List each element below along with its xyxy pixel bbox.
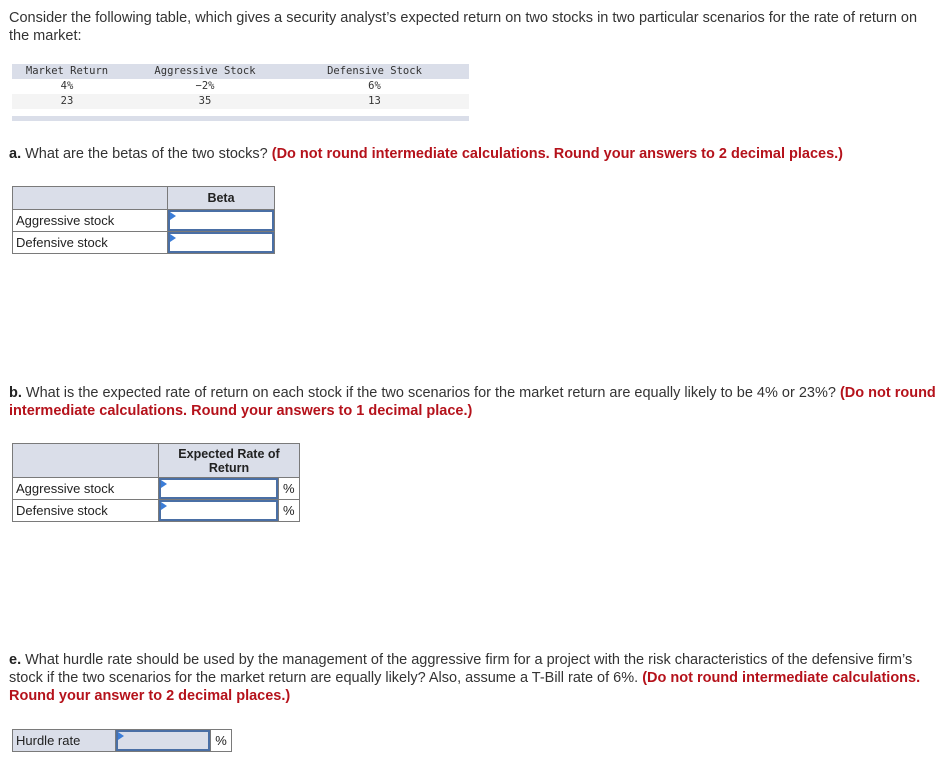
table-row: 4% −2% 6%	[12, 79, 469, 94]
return-aggressive-field[interactable]	[159, 478, 278, 499]
beta-aggressive-field[interactable]	[168, 210, 274, 231]
row-label-defensive: Defensive stock	[12, 231, 168, 254]
question-a: a. What are the betas of the two stocks?…	[9, 145, 939, 163]
cell-market-return: 23	[60, 95, 74, 107]
cell-defensive-stock: 13	[368, 95, 381, 107]
beta-defensive-input[interactable]	[170, 234, 272, 251]
row-label-aggressive: Aggressive stock	[12, 209, 168, 232]
row-label-aggressive: Aggressive stock	[12, 477, 159, 500]
question-b-label: b.	[9, 385, 22, 401]
return-defensive-field[interactable]	[159, 500, 278, 521]
percent-unit: %	[210, 729, 232, 752]
scenario-table-header: Market Return Aggressive Stock Defensive…	[12, 64, 469, 79]
beta-header: Beta	[167, 186, 275, 210]
expected-return-header: Expected Rate of Return	[158, 443, 300, 478]
return-aggressive-input[interactable]	[161, 480, 276, 497]
return-aggressive-cell	[158, 477, 279, 500]
beta-answer-table: Beta Aggressive stock Defensive stock	[12, 186, 275, 254]
hurdle-rate-field[interactable]	[116, 730, 210, 751]
cell-defensive-stock: 6%	[368, 80, 381, 92]
question-a-text: What are the betas of the two stocks?	[21, 146, 272, 162]
cell-aggressive-stock: −2%	[195, 80, 215, 92]
input-flag-icon	[161, 480, 167, 488]
question-b-text: What is the expected rate of return on e…	[21, 385, 840, 401]
header-aggressive-stock: Aggressive Stock	[154, 65, 256, 77]
table-row: 23 35 13	[12, 94, 469, 109]
header-market-return: Market Return	[25, 65, 109, 77]
beta-aggressive-input[interactable]	[170, 212, 272, 229]
beta-defensive-field[interactable]	[168, 232, 274, 253]
return-defensive-cell	[158, 499, 279, 522]
header-defensive-stock: Defensive Stock	[327, 65, 422, 77]
question-e-label: e.	[9, 652, 22, 668]
hurdle-rate-input[interactable]	[118, 732, 208, 749]
blank-header	[12, 186, 168, 210]
question-a-instruction: (Do not round intermediate calculations.…	[271, 146, 843, 162]
question-a-label: a.	[9, 146, 22, 162]
input-flag-icon	[161, 502, 167, 510]
table-footer-bar	[12, 116, 469, 121]
intro-text: Consider the following table, which give…	[9, 10, 918, 44]
input-flag-icon	[170, 212, 176, 220]
row-label-defensive: Defensive stock	[12, 499, 159, 522]
hurdle-rate-label: Hurdle rate	[12, 729, 116, 752]
question-e: e. What hurdle rate should be used by th…	[9, 651, 939, 705]
return-defensive-input[interactable]	[161, 502, 276, 519]
cell-market-return: 4%	[60, 80, 74, 92]
hurdle-rate-answer-table: Hurdle rate %	[12, 729, 232, 752]
beta-aggressive-cell	[167, 209, 275, 232]
scenario-table: Market Return Aggressive Stock Defensive…	[12, 64, 469, 121]
question-b: b. What is the expected rate of return o…	[9, 384, 939, 420]
beta-defensive-cell	[167, 231, 275, 254]
blank-header	[12, 443, 159, 478]
cell-aggressive-stock: 35	[198, 95, 212, 107]
expected-return-answer-table: Expected Rate of Return Aggressive stock…	[12, 443, 301, 522]
percent-unit: %	[277, 477, 301, 500]
hurdle-rate-cell	[115, 729, 211, 752]
input-flag-icon	[118, 732, 124, 740]
input-flag-icon	[170, 234, 176, 242]
percent-unit: %	[277, 499, 301, 522]
